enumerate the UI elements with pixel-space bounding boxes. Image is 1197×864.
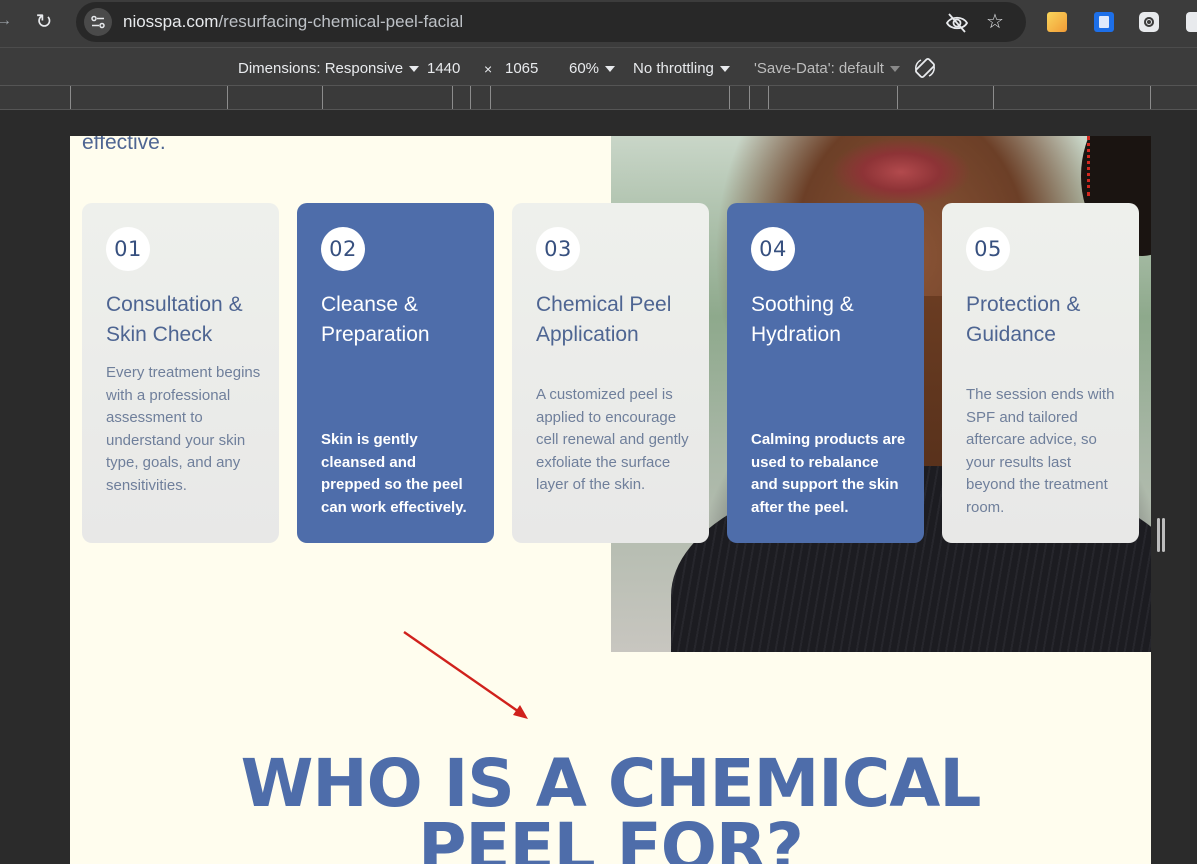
width-input[interactable]: 1440 [427, 60, 460, 77]
zoom-dropdown[interactable]: 60% [569, 60, 616, 77]
extension-overflow-icon[interactable] [1186, 12, 1197, 32]
extension-notes-icon[interactable] [1047, 12, 1067, 32]
media-query-ruler[interactable] [0, 85, 1197, 110]
throttling-dropdown[interactable]: No throttling [633, 60, 730, 77]
rotate-icon[interactable] [913, 56, 937, 80]
chevron-down-icon [719, 66, 730, 73]
chevron-down-icon [889, 66, 900, 73]
reload-icon[interactable]: ↻ [31, 9, 57, 35]
forward-icon[interactable]: → [0, 12, 12, 32]
browser-toolbar: → ↻ niosspa.com/resurfacing-chemical-pee… [0, 0, 1197, 47]
dimensions-dropdown[interactable]: Dimensions: Responsive [238, 60, 420, 77]
height-input[interactable]: 1065 [505, 60, 538, 77]
dimensions-label: Dimensions: Responsive [238, 60, 404, 77]
address-bar[interactable]: niosspa.com/resurfacing-chemical-peel-fa… [76, 2, 1026, 42]
chevron-down-icon [409, 66, 420, 73]
web-page: effective. 01 Consultation & Skin Check … [70, 136, 1151, 864]
save-data-dropdown[interactable]: 'Save-Data': default [754, 60, 900, 77]
url-text[interactable]: niosspa.com/resurfacing-chemical-peel-fa… [123, 12, 463, 32]
section-heading: WHO IS A CHEMICAL PEEL FOR? [70, 745, 1151, 864]
chevron-down-icon [605, 66, 616, 73]
device-toolbar: Dimensions: Responsive 1440 × 1065 60% N… [0, 47, 1197, 85]
resize-handle[interactable] [1157, 518, 1167, 552]
eye-off-icon[interactable] [945, 12, 969, 34]
save-data-label: 'Save-Data': default [754, 60, 884, 77]
site-info-icon[interactable] [84, 8, 112, 36]
heading-line-1: WHO IS A CHEMICAL [240, 745, 982, 822]
extension-docs-icon[interactable] [1094, 12, 1114, 32]
heading-line-2: PEEL FOR? [418, 809, 804, 864]
extension-camera-icon[interactable] [1139, 12, 1159, 32]
url-path: /resurfacing-chemical-peel-facial [218, 12, 464, 31]
times-icon: × [484, 61, 493, 77]
zoom-label: 60% [569, 60, 600, 77]
throttling-label: No throttling [633, 60, 714, 77]
url-host: niosspa.com [123, 12, 219, 31]
bookmark-star-icon[interactable]: ☆ [986, 9, 1004, 34]
